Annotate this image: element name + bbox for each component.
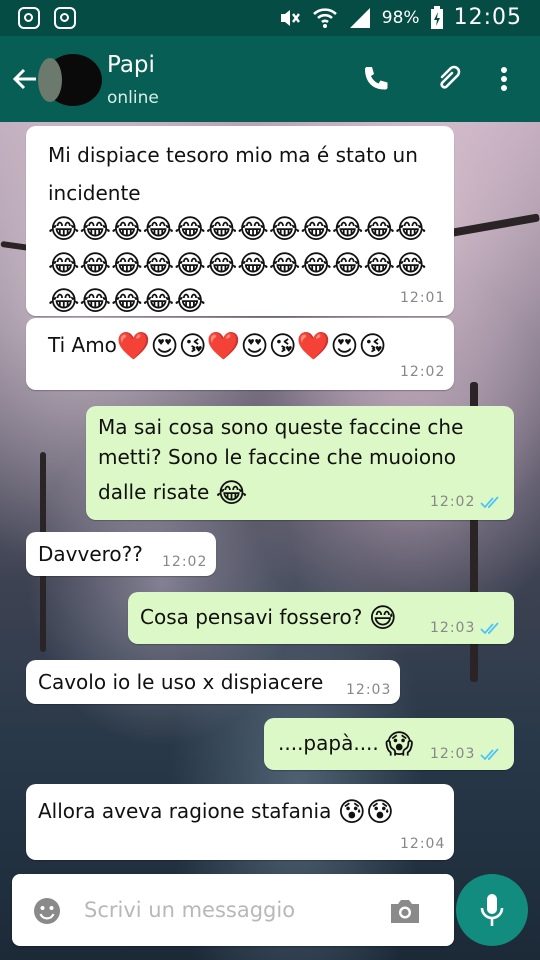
message-text: metti? Sono le faccine che muoiono bbox=[98, 445, 457, 469]
message-text: ....papà.... bbox=[278, 731, 379, 755]
read-ticks-icon bbox=[480, 748, 499, 761]
battery-icon bbox=[430, 5, 444, 30]
system-icons: 98% 12:05 bbox=[278, 5, 522, 30]
incoming-message[interactable]: Ti Amo❤️😍😘❤️😍😘❤️😍😘 12:02 bbox=[26, 318, 454, 390]
message-emoji: 😅 bbox=[368, 602, 397, 634]
paperclip-icon[interactable] bbox=[432, 63, 464, 95]
message-time: 12:04 bbox=[400, 836, 446, 852]
message-time: 12:03 bbox=[346, 682, 392, 698]
mic-icon bbox=[480, 894, 504, 926]
status-bar: 98% 12:05 bbox=[0, 0, 540, 36]
incoming-message[interactable]: Mi dispiace tesoro mio ma é stato un inc… bbox=[26, 126, 454, 317]
incoming-message[interactable]: Allora aveva ragione stafania 😰😰 12:04 bbox=[26, 784, 454, 860]
outgoing-message[interactable]: Ma sai cosa sono queste faccine che mett… bbox=[86, 406, 514, 520]
mute-icon bbox=[278, 7, 302, 29]
chat-wallpaper: Mi dispiace tesoro mio ma é stato un inc… bbox=[0, 122, 540, 960]
contact-status: online bbox=[107, 88, 159, 108]
battery-level: 98% bbox=[381, 7, 420, 28]
outgoing-message[interactable]: ....papà.... 😱 12:03 bbox=[264, 718, 514, 770]
back-arrow-icon[interactable] bbox=[10, 64, 40, 94]
message-emoji: 😂😂😂😂😂😂😂😂😂😂😂😂😂😂😂😂😂😂😂😂😂😂😂😂😂😂😂😂😂 bbox=[48, 214, 427, 317]
message-time: 12:01 bbox=[400, 290, 446, 306]
message-emoji: ❤️😍😘❤️😍😘❤️😍😘 bbox=[116, 330, 387, 362]
incoming-message[interactable]: Cavolo io le uso x dispiacere 12:03 bbox=[26, 660, 400, 704]
message-input[interactable]: Scrivi un messaggio bbox=[84, 898, 295, 922]
message-time: 12:02 bbox=[430, 494, 476, 510]
message-text: dalle risate bbox=[98, 480, 210, 504]
message-text: Davvero?? bbox=[38, 542, 143, 566]
read-ticks-icon bbox=[480, 496, 499, 509]
message-text: Cavolo io le uso x dispiacere bbox=[38, 670, 324, 694]
signal-icon bbox=[348, 7, 372, 29]
message-text: Allora aveva ragione stafania bbox=[38, 799, 332, 823]
wallpaper-branch bbox=[440, 213, 540, 239]
message-time: 12:03 bbox=[430, 620, 476, 636]
status-time: 12:05 bbox=[453, 5, 522, 30]
contact-name[interactable]: Papi bbox=[107, 52, 155, 78]
message-text: Mi dispiace tesoro mio ma é stato un inc… bbox=[48, 143, 418, 205]
message-time: 12:03 bbox=[430, 746, 476, 762]
mic-button[interactable] bbox=[456, 874, 528, 946]
camera-icon[interactable] bbox=[388, 896, 422, 926]
incoming-message[interactable]: Davvero?? 12:02 bbox=[26, 532, 216, 576]
message-emoji: 😂 bbox=[215, 477, 248, 509]
message-text: Ti Amo bbox=[48, 333, 117, 357]
instagram-icon bbox=[18, 7, 40, 29]
notification-icons bbox=[18, 7, 76, 29]
outgoing-message[interactable]: Cosa pensavi fossero? 😅 12:03 bbox=[128, 592, 514, 644]
more-vert-icon[interactable] bbox=[488, 63, 520, 95]
message-composer[interactable]: Scrivi un messaggio bbox=[12, 874, 454, 946]
wifi-icon bbox=[312, 7, 338, 29]
chat-header: Papi online bbox=[0, 36, 540, 122]
message-text: Ma sai cosa sono queste faccine che bbox=[98, 415, 464, 439]
emoji-icon[interactable] bbox=[32, 896, 62, 926]
read-ticks-icon bbox=[480, 622, 499, 635]
message-time: 12:02 bbox=[162, 554, 208, 570]
avatar[interactable] bbox=[38, 54, 102, 106]
message-text: Cosa pensavi fossero? bbox=[140, 605, 363, 629]
message-time: 12:02 bbox=[400, 364, 446, 380]
instagram-icon bbox=[54, 7, 76, 29]
message-emoji: 😱 bbox=[385, 728, 414, 760]
phone-icon[interactable] bbox=[360, 63, 392, 95]
message-emoji: 😰😰 bbox=[337, 796, 394, 828]
